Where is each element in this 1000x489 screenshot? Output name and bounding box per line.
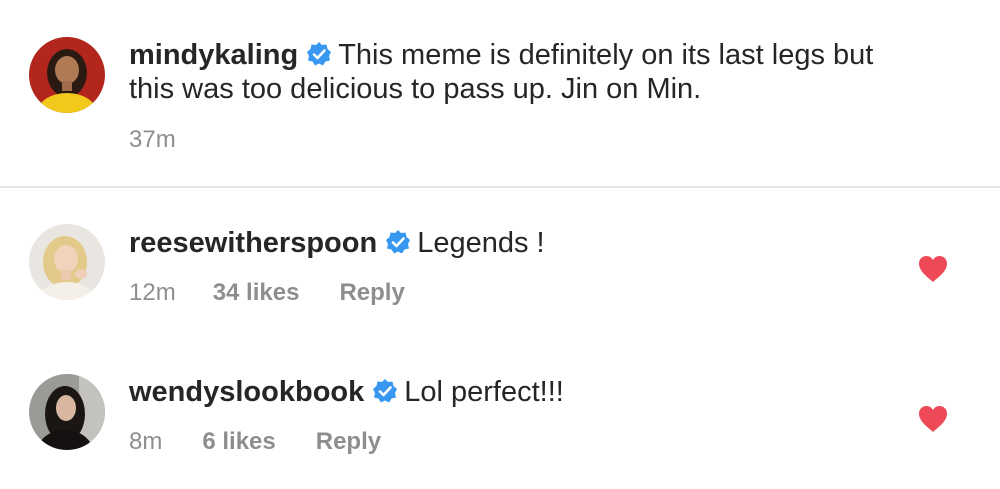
comment-1-body: Legends !: [417, 227, 545, 259]
verified-badge-icon: [306, 41, 332, 67]
comment-1-time[interactable]: 12m: [129, 279, 176, 307]
reesewitherspoon-avatar[interactable]: [29, 224, 105, 300]
comment-2-text: wendyslookbook Lol perfect!!!: [129, 375, 564, 409]
verified-badge-icon: [385, 229, 411, 255]
comment-2-username[interactable]: wendyslookbook: [129, 376, 364, 408]
comment-1-likes[interactable]: 34 likes: [213, 279, 300, 307]
caption-line-1: mindykaling This meme is definitely on it…: [129, 38, 989, 72]
comment-2-reply-button[interactable]: Reply: [316, 428, 381, 456]
comment-2-meta: 8m 6 likes Reply: [129, 428, 381, 456]
caption-text-line-2: this was too delicious to pass up. Jin o…: [129, 73, 702, 105]
caption-text-line-1: This meme is definitely on its last legs…: [338, 39, 874, 71]
caption-username[interactable]: mindykaling: [129, 39, 298, 71]
comments-panel: mindykaling This meme is definitely on it…: [0, 0, 1000, 489]
mindykaling-avatar[interactable]: [29, 37, 105, 113]
comment-1-username[interactable]: reesewitherspoon: [129, 227, 377, 259]
caption-divider: [0, 186, 1000, 188]
comment-1-text: reesewitherspoon Legends !: [129, 226, 545, 260]
heart-icon[interactable]: [917, 404, 949, 434]
caption-text: mindykaling This meme is definitely on it…: [129, 38, 989, 106]
comment-2-body: Lol perfect!!!: [404, 376, 564, 408]
heart-icon[interactable]: [917, 254, 949, 284]
wendyslookbook-avatar[interactable]: [29, 374, 105, 450]
comment-2-time[interactable]: 8m: [129, 428, 162, 456]
caption-time[interactable]: 37m: [129, 126, 176, 154]
verified-badge-icon: [372, 378, 398, 404]
caption-meta: 37m: [129, 126, 176, 154]
comment-2-likes[interactable]: 6 likes: [202, 428, 275, 456]
comment-1-meta: 12m 34 likes Reply: [129, 279, 405, 307]
comment-1-reply-button[interactable]: Reply: [339, 279, 404, 307]
